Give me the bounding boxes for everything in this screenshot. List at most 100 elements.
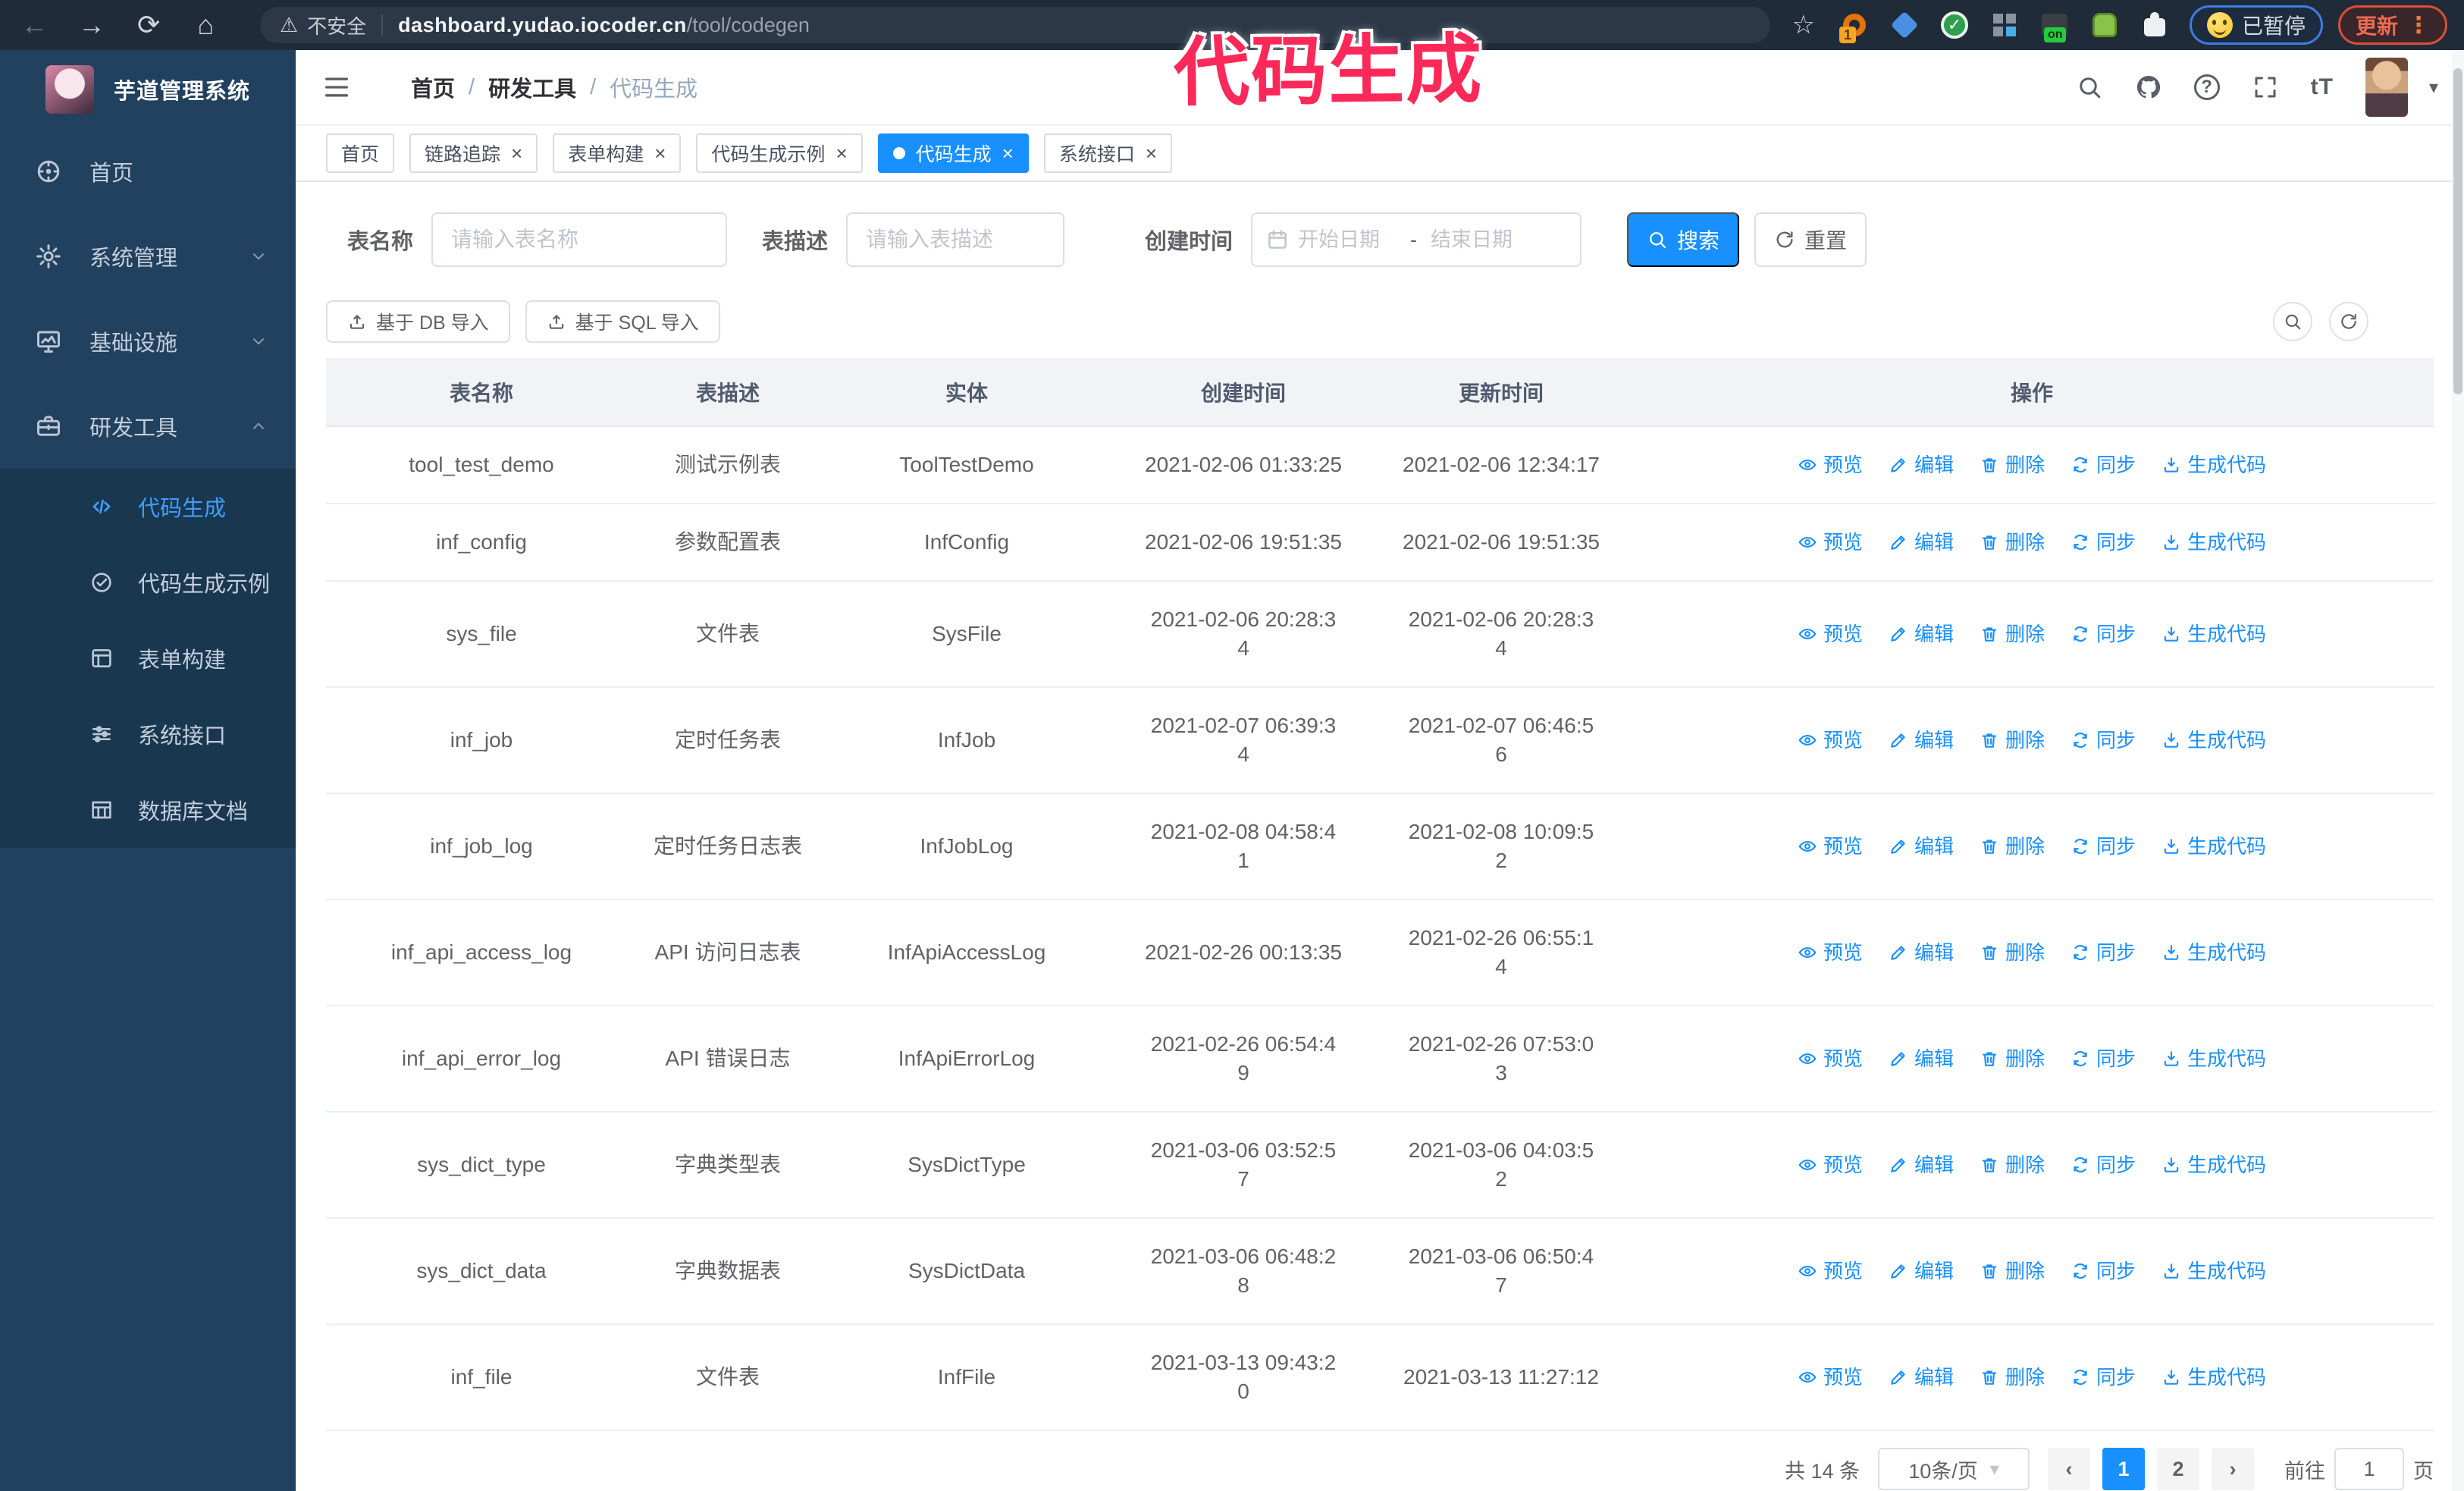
row-action-preview[interactable]: 预览 xyxy=(1798,1044,1863,1073)
profile-paused-badge[interactable]: 已暂停 xyxy=(2189,5,2323,45)
tag-tab[interactable]: 链路追踪 × xyxy=(409,133,538,173)
row-action-preview[interactable]: 预览 xyxy=(1798,1150,1863,1179)
row-action-delete[interactable]: 删除 xyxy=(1980,1363,2045,1392)
table-desc-input[interactable] xyxy=(846,212,1065,267)
sidebar-item[interactable]: 系统管理 xyxy=(0,214,296,299)
row-action-sync[interactable]: 同步 xyxy=(2071,1257,2136,1285)
extension-check-icon[interactable]: ✓ xyxy=(1938,8,1971,42)
start-date-input[interactable] xyxy=(1298,228,1397,252)
extension-grid-icon[interactable] xyxy=(1988,8,2021,42)
row-action-generate-code[interactable]: 生成代码 xyxy=(2161,832,2266,861)
row-action-preview[interactable]: 预览 xyxy=(1798,450,1863,479)
close-icon[interactable]: × xyxy=(654,143,666,163)
row-action-delete[interactable]: 删除 xyxy=(1980,1044,2045,1073)
breadcrumb-link[interactable]: 研发工具 xyxy=(488,71,576,103)
tag-tab[interactable]: 系统接口 × xyxy=(1043,133,1173,173)
avatar-caret-down-icon[interactable]: ▾ xyxy=(2429,77,2438,99)
row-action-preview[interactable]: 预览 xyxy=(1798,938,1863,967)
row-action-edit[interactable]: 编辑 xyxy=(1889,726,1954,755)
sidebar-subitem[interactable]: 系统接口 xyxy=(0,696,296,772)
import-db-button[interactable]: 基于 DB 导入 xyxy=(326,300,510,343)
page-number-button[interactable]: 1 xyxy=(2102,1448,2145,1490)
close-icon[interactable]: × xyxy=(1002,143,1014,163)
sidebar-subitem[interactable]: 代码生成 xyxy=(0,469,296,545)
browser-home-icon[interactable]: ⌂ xyxy=(191,9,221,41)
help-icon[interactable]: ? xyxy=(2193,74,2220,100)
browser-reload-icon[interactable]: ⟳ xyxy=(133,9,163,41)
row-action-preview[interactable]: 预览 xyxy=(1798,832,1863,861)
extension-droid-icon[interactable] xyxy=(2088,8,2121,42)
page-scrollbar[interactable] xyxy=(2452,50,2464,1491)
tag-tab[interactable]: 代码生成示例 × xyxy=(696,133,863,173)
row-action-delete[interactable]: 删除 xyxy=(1980,726,2045,755)
row-action-edit[interactable]: 编辑 xyxy=(1889,1257,1954,1285)
breadcrumb-link[interactable]: 首页 xyxy=(411,71,455,103)
row-action-generate-code[interactable]: 生成代码 xyxy=(2161,450,2266,479)
row-action-sync[interactable]: 同步 xyxy=(2071,726,2136,755)
row-action-delete[interactable]: 删除 xyxy=(1980,832,2045,861)
row-action-edit[interactable]: 编辑 xyxy=(1889,450,1954,479)
tag-tab[interactable]: 表单构建 × xyxy=(553,133,682,173)
tag-tab[interactable]: 代码生成 × xyxy=(877,133,1029,173)
toggle-search-button[interactable] xyxy=(2273,302,2312,341)
breadcrumb-link[interactable]: 代码生成 xyxy=(610,71,698,103)
row-action-edit[interactable]: 编辑 xyxy=(1889,938,1954,967)
row-action-edit[interactable]: 编辑 xyxy=(1889,528,1954,557)
refresh-table-button[interactable] xyxy=(2329,302,2368,341)
goto-page-input[interactable] xyxy=(2334,1448,2404,1490)
row-action-edit[interactable]: 编辑 xyxy=(1889,620,1954,648)
row-action-delete[interactable]: 删除 xyxy=(1980,1150,2045,1179)
sidebar-item[interactable]: 研发工具 xyxy=(0,384,296,469)
row-action-sync[interactable]: 同步 xyxy=(2071,1150,2136,1179)
close-icon[interactable]: × xyxy=(1146,143,1157,163)
bookmark-star-icon[interactable]: ☆ xyxy=(1792,10,1814,40)
extensions-puzzle-icon[interactable] xyxy=(2138,8,2171,42)
tag-tab[interactable]: 首页 xyxy=(326,133,395,173)
address-bar[interactable]: ⚠ 不安全 dashboard.yudao.iocoder.cn /tool/c… xyxy=(259,7,1771,43)
row-action-generate-code[interactable]: 生成代码 xyxy=(2161,1150,2266,1179)
font-size-icon[interactable]: tT xyxy=(2311,74,2334,100)
row-action-sync[interactable]: 同步 xyxy=(2071,938,2136,967)
row-action-delete[interactable]: 删除 xyxy=(1980,938,2045,967)
row-action-generate-code[interactable]: 生成代码 xyxy=(2161,620,2266,648)
sidebar-subitem[interactable]: 代码生成示例 xyxy=(0,545,296,620)
row-action-preview[interactable]: 预览 xyxy=(1798,1257,1863,1285)
row-action-delete[interactable]: 删除 xyxy=(1980,1257,2045,1285)
kebab-menu-icon[interactable]: ⋮ xyxy=(2407,12,2430,39)
row-action-preview[interactable]: 预览 xyxy=(1798,726,1863,755)
browser-update-button[interactable]: 更新 ⋮ xyxy=(2337,5,2447,45)
row-action-preview[interactable]: 预览 xyxy=(1798,620,1863,648)
row-action-generate-code[interactable]: 生成代码 xyxy=(2161,528,2266,557)
close-icon[interactable]: × xyxy=(511,143,522,163)
sidebar-item[interactable]: 首页 xyxy=(0,129,296,214)
row-action-edit[interactable]: 编辑 xyxy=(1889,1363,1954,1392)
row-action-edit[interactable]: 编辑 xyxy=(1889,1150,1954,1179)
row-action-preview[interactable]: 预览 xyxy=(1798,1363,1863,1392)
row-action-preview[interactable]: 预览 xyxy=(1798,528,1863,557)
row-action-sync[interactable]: 同步 xyxy=(2071,832,2136,861)
close-icon[interactable]: × xyxy=(835,143,847,163)
next-page-button[interactable]: › xyxy=(2212,1448,2254,1490)
import-sql-button[interactable]: 基于 SQL 导入 xyxy=(525,300,720,343)
row-action-delete[interactable]: 删除 xyxy=(1980,620,2045,648)
search-button[interactable]: 搜索 xyxy=(1627,212,1740,267)
fullscreen-icon[interactable] xyxy=(2252,74,2279,101)
github-icon[interactable] xyxy=(2135,74,2162,101)
sidebar-subitem[interactable]: 表单构建 xyxy=(0,620,296,696)
extension-gem-icon[interactable] xyxy=(1888,8,1921,42)
browser-forward-icon[interactable]: → xyxy=(77,9,106,41)
row-action-edit[interactable]: 编辑 xyxy=(1889,1044,1954,1073)
row-action-delete[interactable]: 删除 xyxy=(1980,450,2045,479)
search-icon[interactable] xyxy=(2076,74,2103,101)
extension-on-icon[interactable]: on xyxy=(2038,8,2071,42)
row-action-generate-code[interactable]: 生成代码 xyxy=(2161,938,2266,967)
avatar[interactable] xyxy=(2365,58,2408,117)
scrollbar-thumb[interactable] xyxy=(2453,68,2462,394)
reset-button[interactable]: 重置 xyxy=(1754,212,1867,267)
page-size-select[interactable]: 10条/页 ▾ xyxy=(1878,1448,2030,1490)
date-range-picker[interactable]: - xyxy=(1251,212,1582,267)
page-number-button[interactable]: 2 xyxy=(2157,1448,2199,1490)
row-action-sync[interactable]: 同步 xyxy=(2071,528,2136,557)
hamburger-icon[interactable] xyxy=(321,72,352,102)
row-action-generate-code[interactable]: 生成代码 xyxy=(2161,1257,2266,1285)
